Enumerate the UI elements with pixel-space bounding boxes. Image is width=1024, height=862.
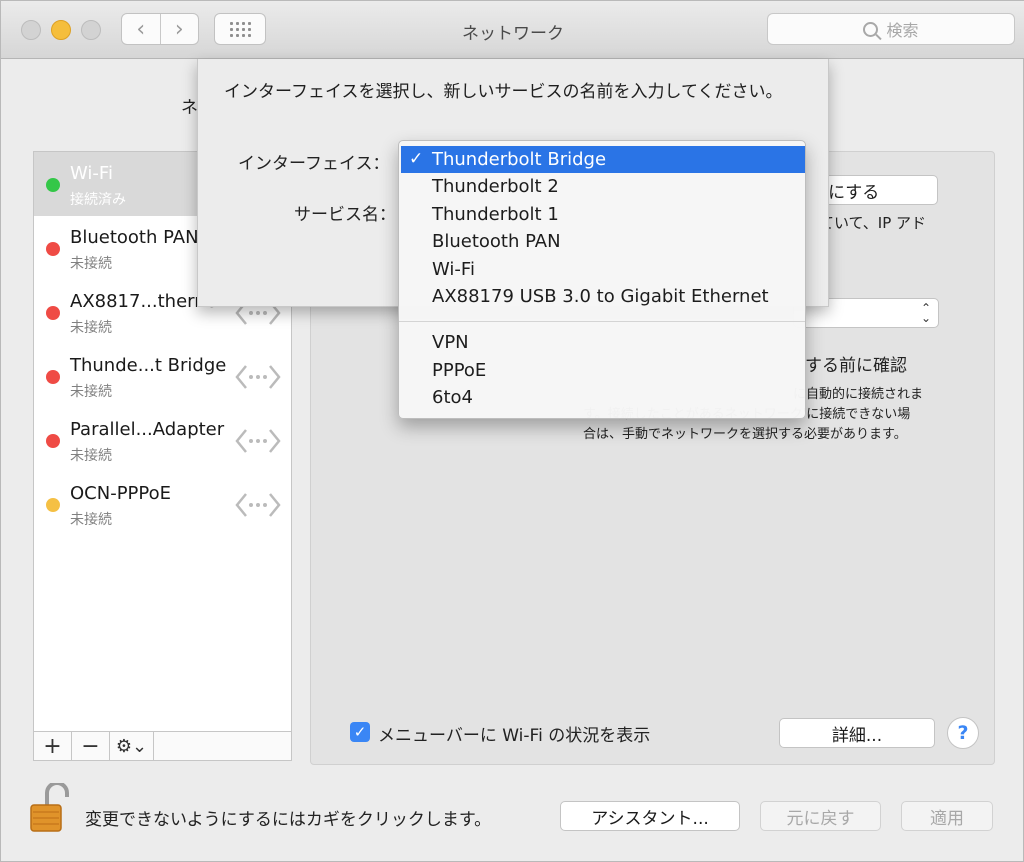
gear-menu-button[interactable]: ⚙⌄ bbox=[110, 732, 154, 760]
help-button[interactable]: ? bbox=[947, 717, 979, 749]
service-name: Thunde...t Bridge bbox=[70, 355, 227, 376]
service-list-toolbar: + − ⚙⌄ bbox=[34, 731, 291, 760]
service-name: Parallel...Adapter bbox=[70, 419, 225, 440]
menu-item-label: Thunderbolt Bridge bbox=[432, 149, 607, 170]
service-status: 未接続 bbox=[70, 256, 112, 272]
ip-status-line-1: ていて、IP アド bbox=[819, 214, 927, 232]
checkmark-icon: ✓ bbox=[409, 149, 424, 169]
ip-status-text: ていて、IP アド 。 bbox=[819, 212, 926, 256]
location-label: ネ bbox=[181, 98, 198, 118]
service-status: 未接続 bbox=[70, 448, 112, 464]
status-dot bbox=[46, 434, 60, 448]
service-status: 未接続 bbox=[70, 512, 112, 528]
assistant-button[interactable]: アシスタント... bbox=[560, 801, 740, 831]
menu-item-label: 6to4 bbox=[432, 387, 473, 408]
interface-popup-menu: ✓ Thunderbolt Bridge Thunderbolt 2 Thund… bbox=[398, 140, 806, 419]
ip-status-line-2: 。 bbox=[819, 234, 926, 256]
menu-item-thunderbolt-1[interactable]: Thunderbolt 1 bbox=[401, 201, 805, 228]
menu-item-ax88179[interactable]: AX88179 USB 3.0 to Gigabit Ethernet bbox=[401, 283, 805, 310]
chevron-updown-icon: ⌃ ⌄ bbox=[920, 301, 931, 325]
menu-item-6to4[interactable]: 6to4 bbox=[401, 384, 805, 411]
menu-item-bluetooth-pan[interactable]: Bluetooth PAN bbox=[401, 228, 805, 255]
service-item-ocn-pppoe[interactable]: OCN-PPPoE 未接続 bbox=[34, 472, 291, 536]
menu-item-label: Wi-Fi bbox=[432, 259, 475, 280]
revert-button[interactable]: 元に戻す bbox=[760, 801, 881, 831]
service-name: OCN-PPPoE bbox=[70, 483, 172, 504]
ethernet-arrows-icon bbox=[235, 365, 281, 389]
ethernet-arrows-icon bbox=[235, 429, 281, 453]
service-name-label: サービス名： bbox=[294, 205, 396, 225]
remove-service-button[interactable]: − bbox=[72, 732, 110, 760]
gear-icon: ⚙⌄ bbox=[115, 735, 148, 757]
service-status: 未接続 bbox=[70, 384, 112, 400]
service-item-parallels-adapter[interactable]: Parallel...Adapter 未接続 bbox=[34, 408, 291, 472]
service-status: 接続済み bbox=[70, 192, 126, 208]
ask-to-join-label: する前に確認 bbox=[805, 356, 907, 376]
apply-button[interactable]: 適用 bbox=[901, 801, 993, 831]
service-name: Bluetooth PAN bbox=[70, 227, 199, 248]
menu-item-thunderbolt-2[interactable]: Thunderbolt 2 bbox=[401, 173, 805, 200]
lock-icon[interactable] bbox=[29, 783, 69, 833]
lock-hint-text: 変更できないようにするにはカギをクリックします。 bbox=[85, 810, 492, 830]
menu-item-label: VPN bbox=[432, 332, 469, 353]
menu-item-wifi[interactable]: Wi-Fi bbox=[401, 256, 805, 283]
menu-item-label: Bluetooth PAN bbox=[432, 231, 561, 252]
menu-item-vpn[interactable]: VPN bbox=[401, 329, 805, 356]
service-name: Wi-Fi bbox=[70, 163, 113, 184]
menu-separator bbox=[399, 321, 805, 322]
status-dot bbox=[46, 242, 60, 256]
title-bar: ‹ › ネットワーク 検索 bbox=[1, 1, 1024, 59]
advanced-button[interactable]: 詳細... bbox=[779, 718, 935, 748]
show-wifi-status-checkbox[interactable]: ✓ bbox=[350, 722, 370, 742]
menu-item-label: PPPoE bbox=[432, 360, 487, 381]
ethernet-arrows-icon bbox=[235, 493, 281, 517]
search-placeholder: 検索 bbox=[886, 21, 919, 40]
menu-item-pppoe[interactable]: PPPoE bbox=[401, 357, 805, 384]
network-preferences-window: ‹ › ネットワーク 検索 ネ Wi-Fi 接続済み Bluetooth PAN… bbox=[0, 0, 1024, 862]
search-field[interactable]: 検索 bbox=[767, 13, 1015, 45]
sheet-prompt: インターフェイスを選択し、新しいサービスの名前を入力してください。 bbox=[224, 82, 783, 102]
menu-item-label: Thunderbolt 2 bbox=[432, 176, 559, 197]
service-status: 未接続 bbox=[70, 320, 112, 336]
service-item-thunderbolt-bridge[interactable]: Thunde...t Bridge 未接続 bbox=[34, 344, 291, 408]
menu-item-label: Thunderbolt 1 bbox=[432, 204, 559, 225]
show-wifi-status-label: メニューバーに Wi-Fi の状況を表示 bbox=[378, 726, 651, 746]
interface-label: インターフェイス： bbox=[238, 154, 390, 174]
status-dot bbox=[46, 498, 60, 512]
status-dot bbox=[46, 178, 60, 192]
status-dot bbox=[46, 306, 60, 320]
search-icon bbox=[863, 21, 879, 37]
add-service-button[interactable]: + bbox=[34, 732, 72, 760]
menu-item-thunderbolt-bridge[interactable]: ✓ Thunderbolt Bridge bbox=[401, 146, 805, 173]
checkmark-icon: ✓ bbox=[353, 723, 367, 741]
status-dot bbox=[46, 370, 60, 384]
service-name: AX8817...therne bbox=[70, 291, 217, 312]
desc-line-3: 合は、手動でネットワークを選択する必要があります。 bbox=[583, 427, 907, 442]
menu-item-label: AX88179 USB 3.0 to Gigabit Ethernet bbox=[432, 286, 769, 307]
